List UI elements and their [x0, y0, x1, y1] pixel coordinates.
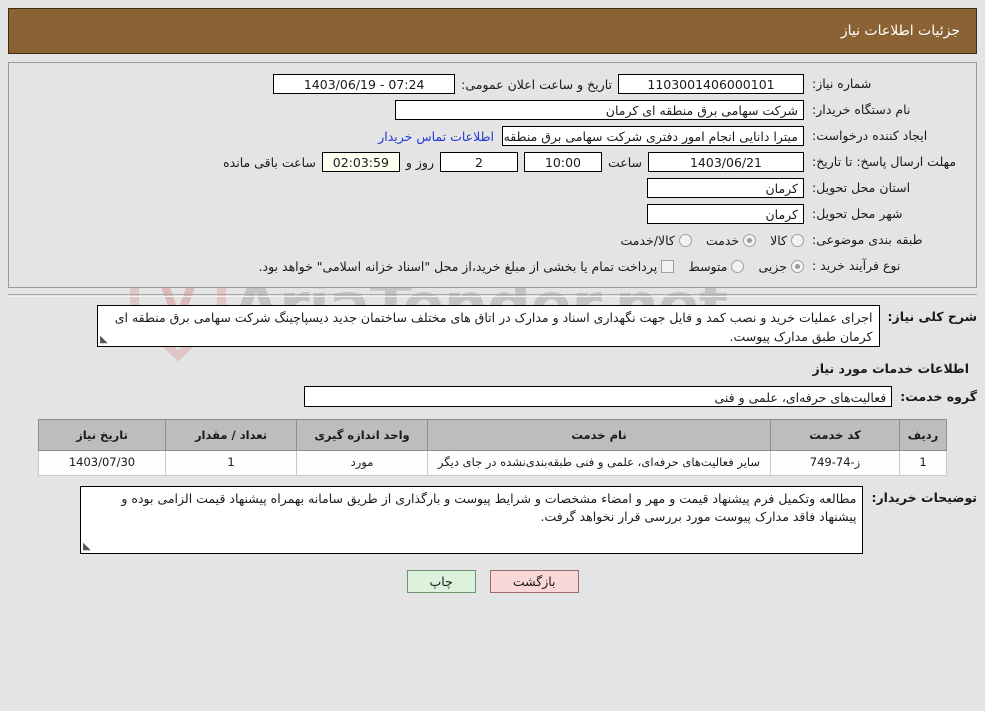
deadline-days-suffix: روز و: [405, 154, 434, 170]
cell-unit: مورد: [296, 450, 428, 476]
general-description-value: اجرای عملیات خرید و نصب کمد و فایل جهت ن…: [114, 310, 873, 344]
buyer-notes-label: توضیحات خریدار:: [871, 489, 977, 505]
cell-radif: 1: [899, 450, 947, 476]
radio-kala-khedmat-icon[interactable]: [678, 233, 692, 247]
table-row: 1 ز-74-749 سایر فعالیت‌های حرفه‌ای، علمی…: [38, 450, 947, 476]
th-need-date: تاریخ نیاز: [38, 419, 166, 451]
row-subject-category: طبقه بندی موضوعی: کالا خدمت کالا/خدمت: [21, 229, 964, 251]
general-description-textarea[interactable]: اجرای عملیات خرید و نصب کمد و فایل جهت ن…: [96, 305, 880, 347]
service-group-value: فعالیت‌های حرفه‌ای، علمی و فنی: [304, 386, 893, 407]
buyer-notes-section: توضیحات خریدار: مطالعه وتکمیل فرم پیشنها…: [8, 485, 977, 554]
section-divider: [8, 294, 977, 297]
public-announce-label: تاریخ و ساعت اعلان عمومی:: [461, 76, 612, 92]
th-unit: واحد اندازه گیری: [296, 419, 428, 451]
public-announce-value: 07:24 - 1403/06/19: [273, 74, 456, 94]
cell-need-date: 1403/07/30: [38, 450, 166, 476]
deadline-days-value: 2: [439, 152, 518, 172]
radio-jozei-icon[interactable]: [791, 259, 804, 273]
deadline-date-value: 1403/06/21: [648, 152, 804, 172]
need-details-panel: شماره نیاز: 1103001406000101 تاریخ و ساع…: [8, 62, 977, 288]
row-need-number: شماره نیاز: 1103001406000101 تاریخ و ساع…: [21, 73, 964, 95]
service-group-row: گروه خدمت: فعالیت‌های حرفه‌ای، علمی و فن…: [8, 386, 977, 407]
deadline-label: مهلت ارسال پاسخ: تا تاریخ:: [812, 154, 957, 170]
purchase-process-label: نوع فرآیند خرید :: [812, 257, 901, 273]
delivery-province-value: کرمان: [647, 178, 804, 198]
th-service-code: کد خدمت: [770, 419, 900, 451]
subject-category-option-kala-khedmat[interactable]: کالا/خدمت: [606, 232, 692, 248]
radio-kala-khedmat-label: کالا/خدمت: [620, 232, 675, 248]
page-title: جزئیات اطلاعات نیاز: [840, 23, 960, 39]
treasury-bond-checkbox-label: پرداخت تمام یا بخشی از مبلغ خرید،از محل …: [258, 258, 658, 274]
back-button[interactable]: بازگشت: [489, 569, 579, 593]
page-header: جزئیات اطلاعات نیاز: [8, 8, 977, 54]
need-number-label: شماره نیاز:: [812, 75, 872, 91]
row-delivery-province: استان محل تحویل: کرمان: [21, 177, 964, 199]
cell-service-name: سایر فعالیت‌های حرفه‌ای، علمی و فنی طبقه…: [427, 450, 771, 476]
general-description-section: شرح کلی نیاز: اجرای عملیات خرید و نصب کم…: [8, 305, 977, 347]
footer-actions: بازگشت چاپ: [0, 569, 985, 593]
th-radif: ردیف: [899, 419, 947, 451]
deadline-countdown-value: 02:03:59: [321, 152, 400, 172]
print-button[interactable]: چاپ: [406, 569, 476, 593]
cell-service-code: ز-74-749: [770, 450, 900, 476]
radio-motavaset-label: متوسط: [688, 258, 728, 274]
treasury-bond-checkbox-icon[interactable]: [661, 259, 675, 273]
row-purchase-process: نوع فرآیند خرید : جزیی متوسط پرداخت تمام…: [21, 255, 964, 277]
delivery-city-label: شهر محل تحویل:: [812, 205, 903, 221]
request-creator-label: ایجاد کننده درخواست:: [812, 127, 928, 143]
row-delivery-city: شهر محل تحویل: کرمان: [21, 203, 964, 225]
purchase-process-option-motavaset[interactable]: متوسط: [674, 258, 745, 274]
buyer-org-label: نام دستگاه خریدار:: [812, 101, 911, 117]
subject-category-option-khedmat[interactable]: خدمت: [692, 232, 757, 248]
deadline-time-label: ساعت: [607, 154, 642, 170]
radio-kala-label: کالا: [770, 232, 787, 248]
th-service-name: نام خدمت: [427, 419, 771, 451]
request-creator-value: میترا دانایی انجام امور دفتری شرکت سهامی…: [502, 126, 804, 146]
services-section-heading: اطلاعات خدمات مورد نیاز: [812, 361, 970, 376]
row-buyer-org: نام دستگاه خریدار: شرکت سهامی برق منطقه …: [21, 99, 964, 121]
resize-grip-icon[interactable]: ◢: [83, 541, 93, 552]
deadline-time-value: 10:00: [523, 152, 602, 172]
radio-motavaset-icon[interactable]: [731, 259, 745, 273]
row-deadline: مهلت ارسال پاسخ: تا تاریخ: 1403/06/21 سا…: [21, 151, 964, 173]
need-number-value: 1103001406000101: [618, 74, 804, 94]
services-table-header-row: ردیف کد خدمت نام خدمت واحد اندازه گیری ت…: [38, 419, 947, 451]
cell-quantity: 1: [165, 450, 297, 476]
services-table: ردیف کد خدمت نام خدمت واحد اندازه گیری ت…: [38, 419, 947, 476]
th-quantity: تعداد / مقدار: [165, 419, 297, 451]
resize-grip-icon[interactable]: ◢: [100, 334, 110, 345]
purchase-process-option-jozei[interactable]: جزیی: [744, 259, 804, 274]
deadline-countdown-suffix: ساعت باقی مانده: [223, 154, 316, 170]
buyer-org-value: شرکت سهامی برق منطقه ای کرمان: [395, 100, 804, 120]
row-request-creator: ایجاد کننده درخواست: میترا دانایی انجام …: [21, 125, 964, 147]
subject-category-label: طبقه بندی موضوعی:: [812, 231, 923, 247]
radio-jozei-label: جزیی: [758, 258, 787, 274]
buyer-contact-link[interactable]: اطلاعات تماس خریدار: [370, 129, 502, 144]
radio-khedmat-icon[interactable]: [743, 233, 757, 247]
radio-kala-icon[interactable]: [791, 233, 804, 247]
buyer-notes-textarea[interactable]: مطالعه وتکمیل فرم پیشنهاد قیمت و مهر و ا…: [80, 485, 864, 554]
delivery-city-value: کرمان: [647, 204, 804, 224]
radio-khedmat-label: خدمت: [705, 232, 740, 248]
services-table-wrapper: ردیف کد خدمت نام خدمت واحد اندازه گیری ت…: [38, 419, 947, 476]
general-description-label: شرح کلی نیاز:: [887, 309, 977, 324]
subject-category-option-kala[interactable]: کالا: [756, 233, 804, 248]
delivery-province-label: استان محل تحویل:: [812, 179, 911, 195]
treasury-bond-checkbox-group[interactable]: پرداخت تمام یا بخشی از مبلغ خرید،از محل …: [245, 259, 675, 274]
service-group-label: گروه خدمت:: [900, 389, 977, 404]
buyer-notes-value: مطالعه وتکمیل فرم پیشنهاد قیمت و مهر و ا…: [121, 490, 857, 525]
